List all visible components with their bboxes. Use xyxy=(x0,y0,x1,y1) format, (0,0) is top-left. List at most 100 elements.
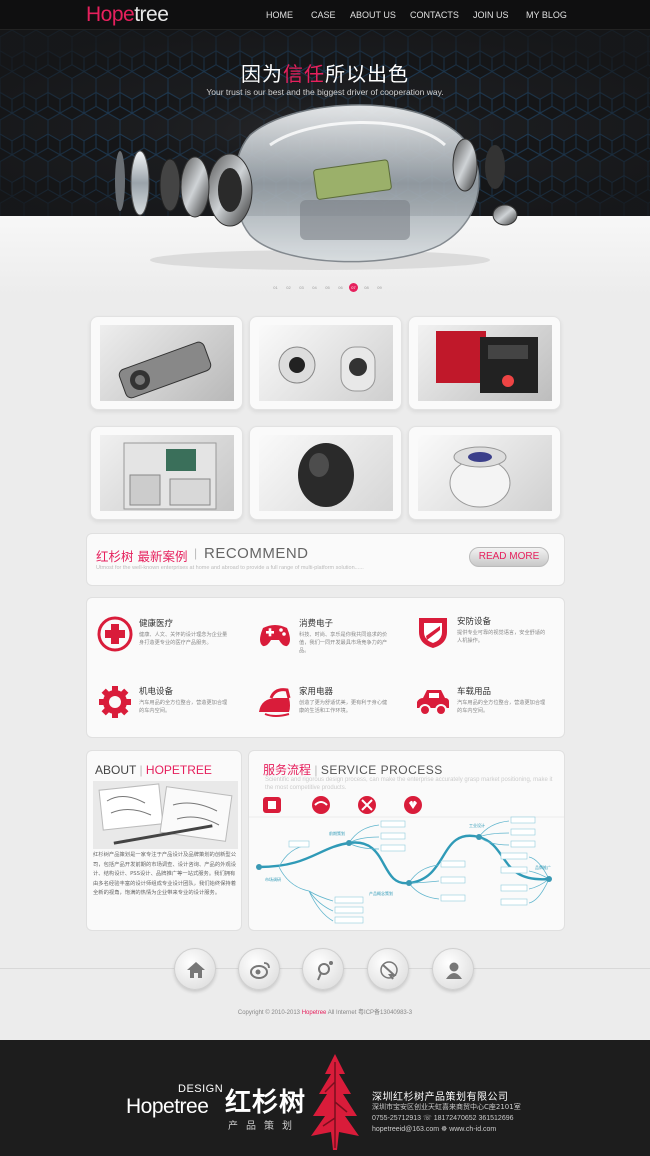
service-desc: 汽车用品的全方位整合，营造更加合理的车内空间。 xyxy=(457,700,546,714)
nav-case[interactable]: CASE xyxy=(311,0,336,30)
slide-dot[interactable]: 04 xyxy=(310,283,319,292)
service-title: 车载用品 xyxy=(457,687,492,697)
hero-title-highlight: 信任 xyxy=(283,62,325,86)
case-thumb-medical[interactable] xyxy=(90,426,243,520)
title-separator: | xyxy=(311,763,321,777)
footer-email-web[interactable]: hopetreeid@163.com ☸ www.ch-id.com xyxy=(372,1125,496,1133)
redwood-tree-logo-icon xyxy=(311,1054,359,1150)
medical-cross-icon xyxy=(97,616,133,652)
nav-my-blog[interactable]: MY BLOG xyxy=(526,0,567,30)
slide-dot[interactable]: 03 xyxy=(297,283,306,292)
case-image-welder xyxy=(418,325,552,401)
service-consumer-electronics[interactable]: 消费电子 科技、时尚、享乐是你我共同追求的价值，我们一同开发最具市场竞争力的产品… xyxy=(257,616,407,676)
service-desc: 创造了更为舒适优美，更有利于身心健康的生活和工作环境。 xyxy=(299,700,388,714)
case-thumb-ipcam[interactable] xyxy=(249,316,402,410)
title-separator: | xyxy=(136,763,146,777)
slide-dot[interactable]: 09 xyxy=(375,283,384,292)
process-stage-label: 前期策划 xyxy=(329,830,345,836)
social-tencent-weibo-button[interactable] xyxy=(302,948,344,990)
footer-brand-cn: 红杉树 xyxy=(225,1088,307,1118)
case-thumb-welder[interactable] xyxy=(408,316,561,410)
slide-dot[interactable]: 08 xyxy=(362,283,371,292)
hero-title: 因为信任所以出色 xyxy=(0,58,650,87)
process-title-cn: 服务流程 xyxy=(263,763,312,777)
service-title: 消费电子 xyxy=(299,619,334,629)
about-title-part2: HOPETREE xyxy=(145,763,212,777)
service-desc: 提供专业可靠的视觉语言，安全舒适的人机操作。 xyxy=(457,630,546,644)
about-title: ABOUT | HOPETREE xyxy=(95,763,212,777)
shield-icon xyxy=(419,618,447,648)
nav-home[interactable]: HOME xyxy=(266,0,293,30)
service-desc: 健康、人文、关怀的设计理念为企业量身打造更专业的医疗产品服务。 xyxy=(139,632,228,646)
footer: DESIGN Hopetree 红杉树 产品策划 深圳红杉树产品策划有限公司 深… xyxy=(0,1040,650,1156)
service-title: 健康医疗 xyxy=(139,619,174,629)
social-user-button[interactable] xyxy=(432,948,474,990)
nav-contacts[interactable]: CONTACTS xyxy=(410,0,459,30)
user-icon xyxy=(446,962,462,979)
slider-pagination: 01 02 03 04 05 06 07 08 09 xyxy=(271,283,384,292)
service-healthcare[interactable]: 健康医疗 健康、人文、关怀的设计理念为企业量身打造更专业的医疗产品服务。 xyxy=(97,616,247,676)
about-sketch-image xyxy=(93,781,238,849)
slide-dot[interactable]: 01 xyxy=(271,283,280,292)
social-weibo-button[interactable] xyxy=(238,948,280,990)
about-title-part1: ABOUT xyxy=(95,763,137,777)
copyright: Copyright © 2010-2013 Hopetree All Inter… xyxy=(0,1007,650,1016)
process-stage-label: 品牌推广 xyxy=(535,864,551,870)
weibo-icon xyxy=(250,962,270,979)
footer-address: 深圳市宝安区创业天虹喜来商贸中心C座2101室 xyxy=(372,1103,521,1111)
recommend-description: Utmost for the well-known enterprises at… xyxy=(96,565,364,571)
case-thumb-camera[interactable] xyxy=(90,316,243,410)
service-title: 安防设备 xyxy=(457,617,492,627)
footer-company-name: 深圳红杉树产品策划有限公司 xyxy=(372,1092,509,1103)
slide-dot[interactable]: 06 xyxy=(336,283,345,292)
process-stage-label: 产品概念策划 xyxy=(369,890,393,896)
case-image-medical xyxy=(100,435,234,511)
service-electromechanical[interactable]: 机电设备 汽车用品的全方位整合，营造更加合理的车内空间。 xyxy=(97,684,247,744)
hero-title-before: 因为 xyxy=(241,62,283,86)
social-home-button[interactable] xyxy=(174,948,216,990)
slide-dot-active[interactable]: 07 xyxy=(349,283,358,292)
logo-tree: tree xyxy=(134,3,169,26)
process-stage-label: 工业设计 xyxy=(469,822,485,828)
service-security[interactable]: 安防设备 提供专业可靠的视觉语言，安全舒适的人机操作。 xyxy=(415,614,565,674)
service-process-panel: 服务流程 | SERVICE PROCESS Scientific and ri… xyxy=(248,750,565,931)
case-image-ipcam xyxy=(259,325,393,401)
qzone-icon xyxy=(380,961,398,980)
service-home-appliance[interactable]: 家用电器 创造了更为舒适优美，更有利于身心健康的生活和工作环境。 xyxy=(257,684,407,744)
nav-join-us[interactable]: JOIN US xyxy=(473,0,509,30)
social-qzone-button[interactable] xyxy=(367,948,409,990)
services-panel: 健康医疗 健康、人文、关怀的设计理念为企业量身打造更专业的医疗产品服务。 消费电… xyxy=(86,597,565,738)
logo-hope: Hope xyxy=(86,3,135,26)
service-vehicle-products[interactable]: 车载用品 汽车用品的全方位整合，营造更加合理的车内空间。 xyxy=(415,684,565,744)
footer-design-label: DESIGN xyxy=(178,1083,224,1095)
case-image-projector xyxy=(418,435,552,511)
nav-about-us[interactable]: ABOUT US xyxy=(350,0,396,30)
footer-brand: Hopetree xyxy=(126,1095,209,1118)
footer-tagline: 产品策划 xyxy=(228,1121,300,1132)
case-image-egg-device xyxy=(259,435,393,511)
service-title: 家用电器 xyxy=(299,687,334,697)
recommend-bar: 红杉树 最新案例 | RECOMMEND Utmost for the well… xyxy=(86,533,565,586)
read-more-button[interactable]: READ MORE xyxy=(469,547,549,567)
slide-dot[interactable]: 02 xyxy=(284,283,293,292)
process-stage-label: 市场调研 xyxy=(265,876,281,882)
site-logo[interactable]: Hopetree xyxy=(86,3,169,27)
hero-product-image xyxy=(115,104,518,270)
process-title-en: SERVICE PROCESS xyxy=(320,763,443,777)
recommend-title-cn: 红杉树 最新案例 xyxy=(96,549,188,564)
title-separator: | xyxy=(194,546,198,560)
footer-phone: 0755-25712913 ☏ 18172470652 361512696 xyxy=(372,1115,514,1122)
hero-title-after: 所以出色 xyxy=(325,62,409,86)
car-icon xyxy=(417,690,449,716)
case-thumb-egg-device[interactable] xyxy=(249,426,402,520)
process-step-icons xyxy=(249,796,564,818)
recommend-title-en: RECOMMEND xyxy=(204,545,309,562)
copyright-brand[interactable]: Hopetree xyxy=(302,1010,327,1016)
iron-icon xyxy=(259,688,291,717)
case-thumb-projector[interactable] xyxy=(408,426,561,520)
process-flow-diagram: 市场调研 前期策划 产品概念策划 工业设计 品牌推广 xyxy=(249,796,564,924)
copyright-icp: All Internet 粤ICP备13040983-3 xyxy=(326,1010,413,1016)
slide-dot[interactable]: 05 xyxy=(323,283,332,292)
service-title: 机电设备 xyxy=(139,687,174,697)
about-panel: ABOUT | HOPETREE 红杉树产品策划是一家专注于产品设计及品牌策划的… xyxy=(86,750,242,931)
